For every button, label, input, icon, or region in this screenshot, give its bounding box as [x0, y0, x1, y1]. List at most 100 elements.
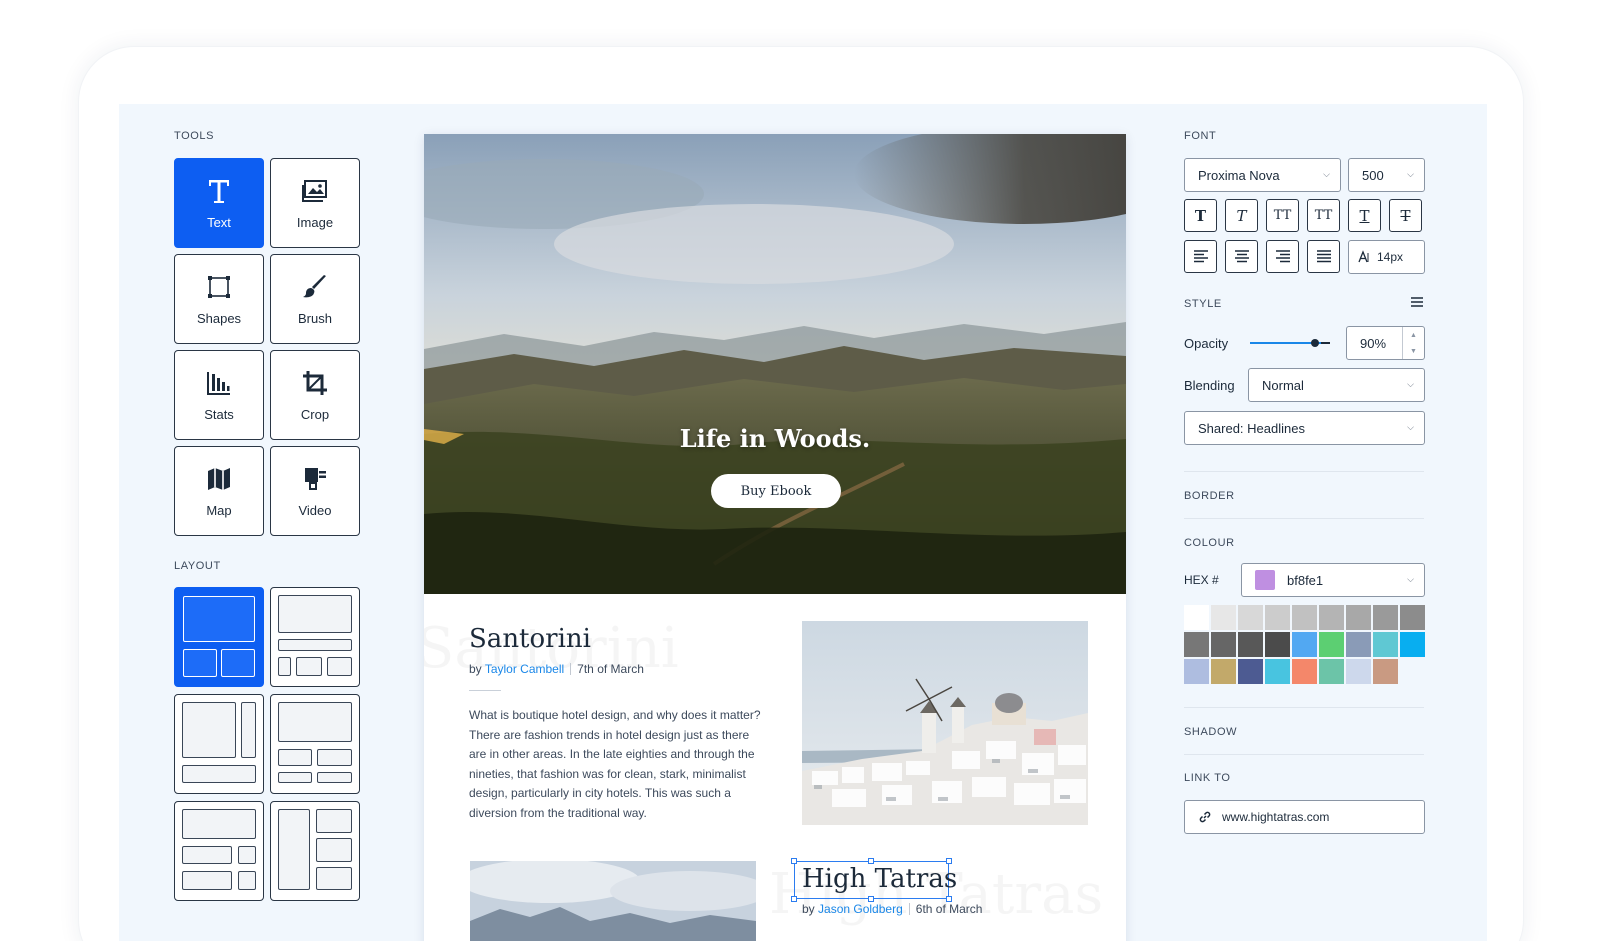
layout-option-2[interactable] [270, 587, 360, 687]
tool-map-button[interactable]: Map [174, 446, 264, 536]
color-swatch[interactable] [1292, 605, 1317, 630]
color-swatch[interactable] [1238, 632, 1263, 657]
opacity-slider-rest [1321, 342, 1330, 344]
tool-brush-button[interactable]: Brush [270, 254, 360, 344]
color-swatch[interactable] [1265, 605, 1290, 630]
menu-icon[interactable] [1411, 297, 1423, 307]
color-swatch[interactable] [1400, 632, 1425, 657]
tools-section-label: TOOLS [174, 130, 215, 142]
resize-handle[interactable] [791, 896, 797, 902]
color-swatch[interactable] [1346, 659, 1371, 684]
color-swatch[interactable] [1292, 632, 1317, 657]
color-palette[interactable] [1184, 605, 1425, 685]
hex-value: bf8fe1 [1287, 572, 1324, 588]
layout-option-3[interactable] [174, 694, 264, 794]
opacity-input[interactable]: 90% ▲ ▼ [1346, 326, 1425, 360]
resize-handle[interactable] [791, 858, 797, 864]
uppercase-button[interactable]: TT [1266, 199, 1299, 232]
article-date: 6th of March [915, 902, 983, 916]
color-swatch[interactable] [1184, 659, 1209, 684]
small-caps-button[interactable]: TT [1307, 199, 1340, 232]
color-swatch[interactable] [1211, 659, 1236, 684]
article-title[interactable]: Santorini [469, 624, 591, 654]
article-date: 7th of March [577, 662, 644, 676]
chevron-up-icon[interactable]: ▲ [1410, 332, 1417, 339]
color-swatch[interactable] [1211, 605, 1236, 630]
layout-block [316, 867, 352, 890]
layout-option-5[interactable] [174, 801, 264, 901]
color-swatch[interactable] [1238, 659, 1263, 684]
tool-video-button[interactable]: Video [270, 446, 360, 536]
color-swatch[interactable] [1319, 632, 1344, 657]
buy-ebook-button[interactable]: Buy Ebook [711, 474, 841, 508]
layout-block [278, 639, 352, 651]
color-swatch[interactable] [1211, 632, 1236, 657]
strikethrough-button[interactable]: T [1389, 199, 1422, 232]
font-family-value: Proxima Nova [1198, 167, 1280, 183]
tool-image-button[interactable]: Image [270, 158, 360, 248]
color-swatch[interactable] [1319, 659, 1344, 684]
opacity-stepper[interactable]: ▲ ▼ [1402, 327, 1424, 359]
chevron-down-icon: ⌵ [1407, 169, 1414, 179]
bold-button[interactable]: T [1184, 199, 1217, 232]
border-section-label[interactable]: BORDER [1184, 490, 1235, 502]
font-size-field[interactable]: 14px [1348, 240, 1425, 274]
chevron-down-icon[interactable]: ▼ [1410, 348, 1417, 355]
color-swatch[interactable] [1184, 632, 1209, 657]
shadow-section-label[interactable]: SHADOW [1184, 726, 1237, 738]
underline-button[interactable]: T [1348, 199, 1381, 232]
chevron-down-icon: ⌵ [1323, 169, 1330, 179]
underline-icon: T [1359, 206, 1370, 225]
image-icon [301, 177, 329, 205]
layout-block [183, 596, 255, 642]
layout-option-4[interactable] [270, 694, 360, 794]
divider [1184, 707, 1424, 708]
layout-block [278, 702, 352, 742]
byline-divider [570, 663, 572, 675]
layout-option-1[interactable] [174, 587, 264, 687]
style-section-label: STYLE [1184, 298, 1222, 310]
color-swatch[interactable] [1184, 605, 1209, 630]
font-weight-select[interactable]: 500 ⌵ [1348, 158, 1425, 192]
high-tatras-image[interactable] [470, 861, 756, 941]
hex-color-input[interactable]: bf8fe1 ⌵ [1241, 563, 1425, 597]
color-swatch[interactable] [1373, 659, 1398, 684]
shared-style-select[interactable]: Shared: Headlines ⌵ [1184, 411, 1425, 445]
article-body[interactable]: What is boutique hotel design, and why d… [469, 706, 767, 823]
hero-title[interactable]: Life in Woods. [424, 424, 1126, 453]
layout-block [241, 702, 256, 758]
color-swatch[interactable] [1373, 605, 1398, 630]
color-swatch[interactable] [1265, 632, 1290, 657]
color-swatch[interactable] [1346, 605, 1371, 630]
blending-select[interactable]: Normal ⌵ [1248, 368, 1425, 402]
layout-option-6[interactable] [270, 801, 360, 901]
italic-button[interactable]: T [1225, 199, 1258, 232]
tool-shapes-button[interactable]: Shapes [174, 254, 264, 344]
divider [1184, 754, 1424, 755]
color-swatch[interactable] [1319, 605, 1344, 630]
author-link[interactable]: Taylor Cambell [485, 662, 564, 676]
tool-crop-button[interactable]: Crop [270, 350, 360, 440]
color-swatch[interactable] [1346, 632, 1371, 657]
align-left-button[interactable] [1184, 240, 1217, 273]
color-swatch[interactable] [1265, 659, 1290, 684]
align-justify-button[interactable] [1307, 240, 1340, 273]
align-center-button[interactable] [1225, 240, 1258, 273]
font-family-select[interactable]: Proxima Nova ⌵ [1184, 158, 1341, 192]
layout-block [327, 657, 352, 676]
santorini-image[interactable] [802, 621, 1088, 825]
tool-text-button[interactable]: Text [174, 158, 264, 248]
tool-stats-button[interactable]: Stats [174, 350, 264, 440]
article-title-selected[interactable]: High Tatras [802, 864, 957, 894]
author-link[interactable]: Jason Goldberg [818, 902, 903, 916]
color-swatch[interactable] [1373, 632, 1398, 657]
align-right-button[interactable] [1266, 240, 1299, 273]
color-swatch[interactable] [1238, 605, 1263, 630]
hero-section[interactable]: Life in Woods. Buy Ebook [424, 134, 1126, 594]
color-swatch[interactable] [1400, 605, 1425, 630]
tool-stats-label: Stats [204, 407, 234, 422]
color-swatch[interactable] [1292, 659, 1317, 684]
link-url-input[interactable]: www.hightatras.com [1184, 800, 1425, 834]
page-canvas[interactable]: Life in Woods. Buy Ebook Santorini Santo… [424, 134, 1126, 941]
opacity-slider-thumb[interactable] [1311, 339, 1319, 347]
